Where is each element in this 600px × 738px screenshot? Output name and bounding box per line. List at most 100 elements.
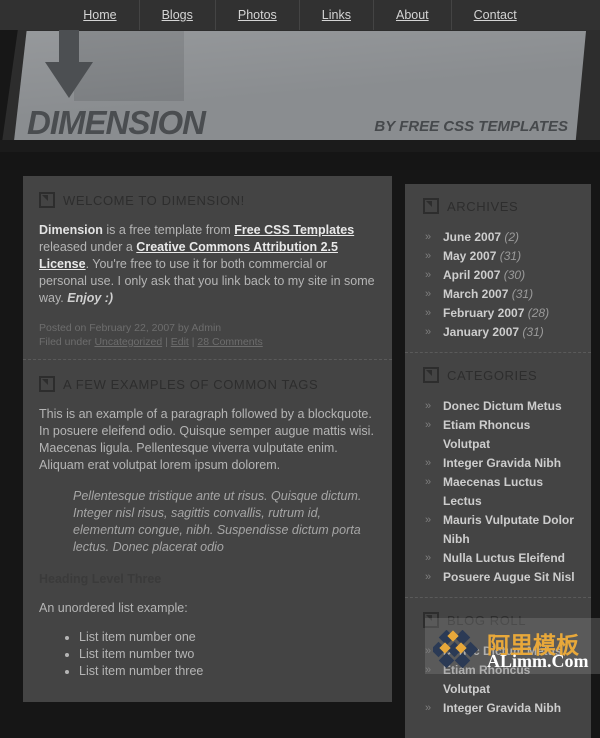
post-blockquote: Pellentesque tristique ante ut risus. Qu… bbox=[73, 489, 362, 554]
archive-count: (31) bbox=[522, 325, 544, 339]
list-item[interactable]: » June 2007 (2) bbox=[423, 228, 577, 247]
chevron-right-icon: » bbox=[425, 400, 432, 412]
unordered-list: List item number one List item number tw… bbox=[39, 629, 376, 680]
nav-link-contact[interactable]: Contact bbox=[452, 0, 539, 30]
category-label[interactable]: Donec Dictum Metus bbox=[443, 399, 562, 413]
meta-category-link[interactable]: Uncategorized bbox=[94, 336, 162, 348]
list-intro: An unordered list example: bbox=[39, 601, 188, 615]
main-navigation: Home Blogs Photos Links About Contact bbox=[0, 0, 600, 30]
list-item[interactable]: » Donec Dictum Metus bbox=[423, 397, 577, 416]
list-item[interactable]: » Maecenas Luctus Lectus bbox=[423, 473, 577, 511]
arrow-box-icon bbox=[423, 367, 439, 383]
post-title: A FEW EXAMPLES OF COMMON TAGS bbox=[39, 376, 376, 392]
list-item: List item number two bbox=[79, 646, 376, 663]
list-item[interactable]: » Integer Gravida Nibh bbox=[423, 454, 577, 473]
post-title-text: WELCOME TO DIMENSION! bbox=[63, 192, 245, 208]
arrow-box-icon bbox=[39, 192, 55, 208]
site-tagline: BY FREE CSS TEMPLATES bbox=[374, 118, 568, 135]
chevron-right-icon: » bbox=[425, 326, 432, 338]
post-title-text: A FEW EXAMPLES OF COMMON TAGS bbox=[63, 376, 319, 392]
list-item: List item number three bbox=[79, 663, 376, 680]
post-common-tags: A FEW EXAMPLES OF COMMON TAGS This is an… bbox=[23, 359, 392, 690]
archive-count: (2) bbox=[504, 230, 520, 244]
list-item[interactable]: » Nulla Luctus Eleifend bbox=[423, 549, 577, 568]
post-paragraph: This is an example of a paragraph follow… bbox=[39, 407, 374, 472]
blogroll-label[interactable]: Integer Gravida Nibh bbox=[443, 701, 561, 715]
archive-count: (30) bbox=[503, 268, 526, 282]
list-item[interactable]: » Etiam Rhoncus Volutpat bbox=[423, 416, 577, 454]
watermark-text-en: ALimm.Com bbox=[487, 651, 589, 671]
post-body-emphasis: Enjoy :) bbox=[67, 291, 114, 305]
arrow-box-icon bbox=[39, 376, 55, 392]
category-label[interactable]: Posuere Augue Sit Nisl bbox=[443, 570, 575, 584]
nav-link-about[interactable]: About bbox=[374, 0, 451, 30]
archive-count: (31) bbox=[511, 287, 534, 301]
archive-label[interactable]: January 2007 bbox=[443, 325, 519, 339]
meta-filed-label: Filed under bbox=[39, 336, 95, 348]
nav-item-home[interactable]: Home bbox=[61, 0, 138, 30]
sidebar-section-archives: ARCHIVES » June 2007 (2) » May 2007 (31) »… bbox=[405, 184, 591, 352]
category-label[interactable]: Maecenas Luctus Lectus bbox=[443, 475, 543, 508]
list-item[interactable]: » April 2007 (30) bbox=[423, 266, 577, 285]
chevron-right-icon: » bbox=[425, 250, 432, 262]
sidebar-heading-text: CATEGORIES bbox=[447, 367, 538, 383]
archive-count: (31) bbox=[499, 249, 522, 263]
list-item[interactable]: » January 2007 (31) bbox=[423, 323, 577, 342]
site-logo[interactable]: DIMENSION bbox=[27, 104, 206, 142]
chevron-right-icon: » bbox=[425, 476, 432, 488]
nav-link-home[interactable]: Home bbox=[61, 0, 138, 30]
list-item: List item number one bbox=[79, 629, 376, 646]
list-item[interactable]: » February 2007 (28) bbox=[423, 304, 577, 323]
post-meta-posted: Posted on February 22, 2007 by Admin bbox=[39, 322, 222, 334]
category-label[interactable]: Mauris Vulputate Dolor Nibh bbox=[443, 513, 574, 546]
archive-label[interactable]: May 2007 bbox=[443, 249, 496, 263]
category-label[interactable]: Etiam Rhoncus Volutpat bbox=[443, 418, 530, 451]
sidebar-heading-text: ARCHIVES bbox=[447, 198, 519, 214]
list-item[interactable]: » March 2007 (31) bbox=[423, 285, 577, 304]
post-body: Dimension is a free template from Free C… bbox=[39, 222, 376, 307]
list-item[interactable]: » Mauris Vulputate Dolor Nibh bbox=[423, 511, 577, 549]
header-bottom-bar-2 bbox=[0, 152, 600, 170]
watermark-overlay: 阿里模板 ALimm.Com bbox=[425, 618, 600, 674]
post-welcome: WELCOME TO DIMENSION! Dimension is a fre… bbox=[23, 176, 392, 359]
chevron-right-icon: » bbox=[425, 269, 432, 281]
nav-link-links[interactable]: Links bbox=[300, 0, 373, 30]
nav-list: Home Blogs Photos Links About Contact bbox=[0, 0, 600, 30]
list-item[interactable]: » May 2007 (31) bbox=[423, 247, 577, 266]
chevron-right-icon: » bbox=[425, 702, 432, 714]
meta-sep-1: | bbox=[162, 336, 171, 348]
nav-link-blogs[interactable]: Blogs bbox=[140, 0, 215, 30]
category-label[interactable]: Integer Gravida Nibh bbox=[443, 456, 561, 470]
nav-item-about[interactable]: About bbox=[372, 0, 451, 30]
archive-label[interactable]: March 2007 bbox=[443, 287, 508, 301]
meta-comments-link[interactable]: 28 Comments bbox=[197, 336, 262, 348]
list-item[interactable]: » Posuere Augue Sit Nisl bbox=[423, 568, 577, 587]
post-meta: Posted on February 22, 2007 by Admin Fil… bbox=[39, 321, 376, 349]
post-body-2: released under a bbox=[39, 240, 137, 254]
sidebar-heading: ARCHIVES bbox=[423, 198, 577, 214]
nav-item-links[interactable]: Links bbox=[298, 0, 373, 30]
chevron-right-icon: » bbox=[425, 571, 432, 583]
archive-label[interactable]: April 2007 bbox=[443, 268, 500, 282]
post-meta-filed: Filed under Uncategorized | Edit | 28 Co… bbox=[39, 335, 376, 349]
watermark-diamond-logo-icon bbox=[430, 629, 491, 669]
nav-item-blogs[interactable]: Blogs bbox=[138, 0, 215, 30]
sidebar-heading: CATEGORIES bbox=[423, 367, 577, 383]
list-item[interactable]: » Integer Gravida Nibh bbox=[423, 699, 577, 718]
arrow-box-icon bbox=[423, 198, 439, 214]
nav-link-photos[interactable]: Photos bbox=[216, 0, 299, 30]
archives-list: » June 2007 (2) » May 2007 (31) » April 200… bbox=[423, 228, 577, 342]
post-title: WELCOME TO DIMENSION! bbox=[39, 192, 376, 208]
chevron-right-icon: » bbox=[425, 457, 432, 469]
nav-item-photos[interactable]: Photos bbox=[214, 0, 299, 30]
meta-edit-link[interactable]: Edit bbox=[171, 336, 189, 348]
category-label[interactable]: Nulla Luctus Eleifend bbox=[443, 551, 565, 565]
nav-item-contact[interactable]: Contact bbox=[450, 0, 539, 30]
chevron-right-icon: » bbox=[425, 419, 432, 431]
link-free-css-templates[interactable]: Free CSS Templates bbox=[234, 223, 354, 237]
archive-label[interactable]: June 2007 bbox=[443, 230, 501, 244]
archive-label[interactable]: February 2007 bbox=[443, 306, 524, 320]
archive-count: (28) bbox=[527, 306, 550, 320]
chevron-right-icon: » bbox=[425, 552, 432, 564]
post-body-lead: Dimension bbox=[39, 223, 103, 237]
